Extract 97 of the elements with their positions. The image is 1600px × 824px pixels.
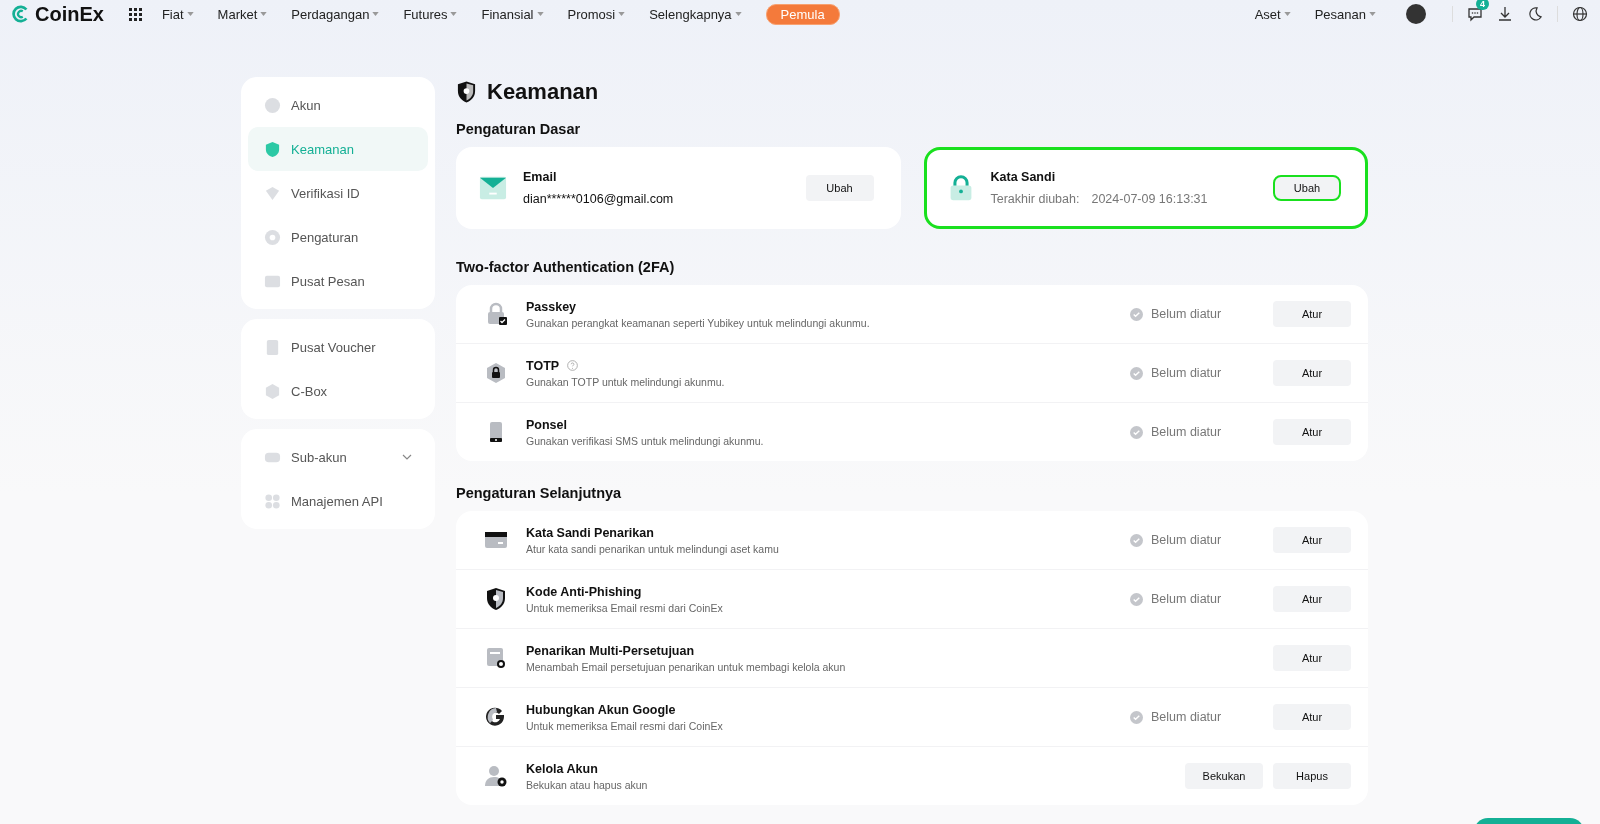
setting-title: Kode Anti-Phishing [526,584,642,599]
action-button[interactable]: Atur [1273,301,1351,327]
action-button[interactable]: Atur [1273,360,1351,386]
envelope-icon [479,175,507,201]
action-button[interactable]: Atur [1273,645,1351,671]
caret-icon [186,12,194,16]
caret-icon [372,12,380,16]
setting-description: Atur kata sandi penarikan untuk melindungi aset kamu [526,542,780,555]
setting-description: Bekukan atau hapus akun [526,778,649,791]
card-title: Kata Sandi [990,170,1057,184]
sidebar-item[interactable]: Pusat Pesan [248,259,428,303]
page-title: Keamanan [487,79,599,105]
nav-menu-item[interactable]: Perdagangan [291,6,380,22]
shield-icon [456,80,477,104]
setting-title: Kata Sandi Penarikan [526,525,654,540]
action-button[interactable]: Atur [1273,527,1351,553]
setting-title: Kelola Akun [526,761,598,776]
voucher-icon [264,338,281,356]
notification-badge: 4 [1476,0,1489,10]
logo-text[interactable]: CoinEx [35,2,104,26]
setting-description: Gunakan perangkat keamanan seperti Yubikey untuk melindungi akunmu. [526,316,871,329]
action-button[interactable]: Hapus [1273,763,1351,789]
nav-menu-item[interactable]: Finansial [481,6,544,22]
nav-menu-item[interactable]: Promosi [567,6,626,22]
check-circle-icon [1130,307,1143,321]
sidebar-item[interactable]: Manajemen API [248,479,428,523]
shield-icon [484,587,508,611]
timestamp: 2024-07-09 16:13:31 [1091,192,1208,206]
status-text: Belum diatur [1151,425,1222,439]
change-button[interactable]: Ubah [1273,175,1341,201]
nav-menu-item[interactable]: Selengkapnya [649,6,742,22]
caret-icon [536,12,544,16]
sidebar-item[interactable]: Pusat Voucher [248,325,428,369]
check-circle-icon [1130,533,1143,547]
section-heading: Pengaturan Selanjutnya [456,485,623,501]
status-text: Belum diatur [1151,307,1222,321]
sidebar-item[interactable]: Pengaturan [248,215,428,259]
caret-icon [1369,12,1376,16]
sidebar-item[interactable]: Sub-akun [248,435,428,479]
document-search-icon [484,646,508,670]
sidebar-item[interactable]: Verifikasi ID [248,171,428,215]
setting-title: Ponsel [526,417,567,432]
caret-icon [1283,12,1291,16]
user-gear-icon [484,764,508,788]
chevron-icon[interactable] [402,454,412,460]
logo-icon [12,5,30,23]
nav-menu-item[interactable]: Aset [1254,6,1291,22]
setting-title: TOTP [526,358,560,373]
account-icon [264,96,281,114]
sidebar-item[interactable]: Akun [248,83,428,127]
section-heading: Pengaturan Dasar [456,121,582,137]
status-text: Belum diatur [1151,366,1222,380]
action-button[interactable]: Bekukan [1185,763,1263,789]
field-label: Terakhir diubah: [990,192,1080,206]
sidebar-item[interactable]: C-Box [248,369,428,413]
caret-icon [260,12,268,16]
setting-description: Untuk memeriksa Email resmi dari CoinEx [526,719,724,732]
action-button[interactable]: Atur [1273,586,1351,612]
email-address: dian******0106@gmail.com [523,192,675,206]
card-title: Email [523,170,558,184]
setting-description: Gunakan TOTP untuk melindungi akunmu. [526,375,726,388]
setting-description: Untuk memeriksa Email resmi dari CoinEx [526,601,724,614]
action-button[interactable]: Atur [1273,704,1351,730]
download-icon[interactable] [1497,6,1513,22]
nav-menu-item[interactable]: Futures [403,6,458,22]
caret-icon [450,12,458,16]
api-icon [264,492,281,510]
moon-icon[interactable] [1527,6,1543,22]
box-icon [264,382,281,400]
check-circle-icon [1130,425,1143,439]
caret-icon [618,12,626,16]
check-circle-icon [1130,592,1143,606]
status-text: Belum diatur [1151,533,1222,547]
setting-description: Menambah Email persetujuan penarikan untuk membagi kelola akun [526,660,847,673]
setting-description: Gunakan verifikasi SMS untuk melindungi akunmu. [526,434,765,447]
check-circle-icon [1130,710,1143,724]
security-icon [264,140,281,158]
action-button[interactable]: Atur [1273,419,1351,445]
caret-icon [734,12,742,16]
setting-title: Penarikan Multi-Persetujuan [526,643,695,658]
settings-icon [264,228,281,246]
nav-menu-item[interactable]: Fiat [161,6,194,22]
globe-icon[interactable] [1572,6,1588,22]
chat-icon[interactable] [1467,6,1483,22]
change-button[interactable]: Ubah [805,175,874,201]
status-text: Belum diatur [1151,710,1222,724]
nav-menu-item[interactable]: Market [217,6,268,22]
avatar-icon[interactable] [1406,4,1426,24]
verify-icon [264,184,281,202]
setting-title: Hubungkan Akun Google [526,702,676,717]
grid-menu-icon[interactable] [127,7,142,21]
section-heading: Two-factor Authentication (2FA) [456,259,676,275]
check-circle-icon [1130,366,1143,380]
setting-title: Passkey [526,299,577,314]
nav-menu-item[interactable]: Pesanan [1314,6,1376,22]
hexagon-lock-icon [484,361,508,385]
status-text: Belum diatur [1151,592,1222,606]
